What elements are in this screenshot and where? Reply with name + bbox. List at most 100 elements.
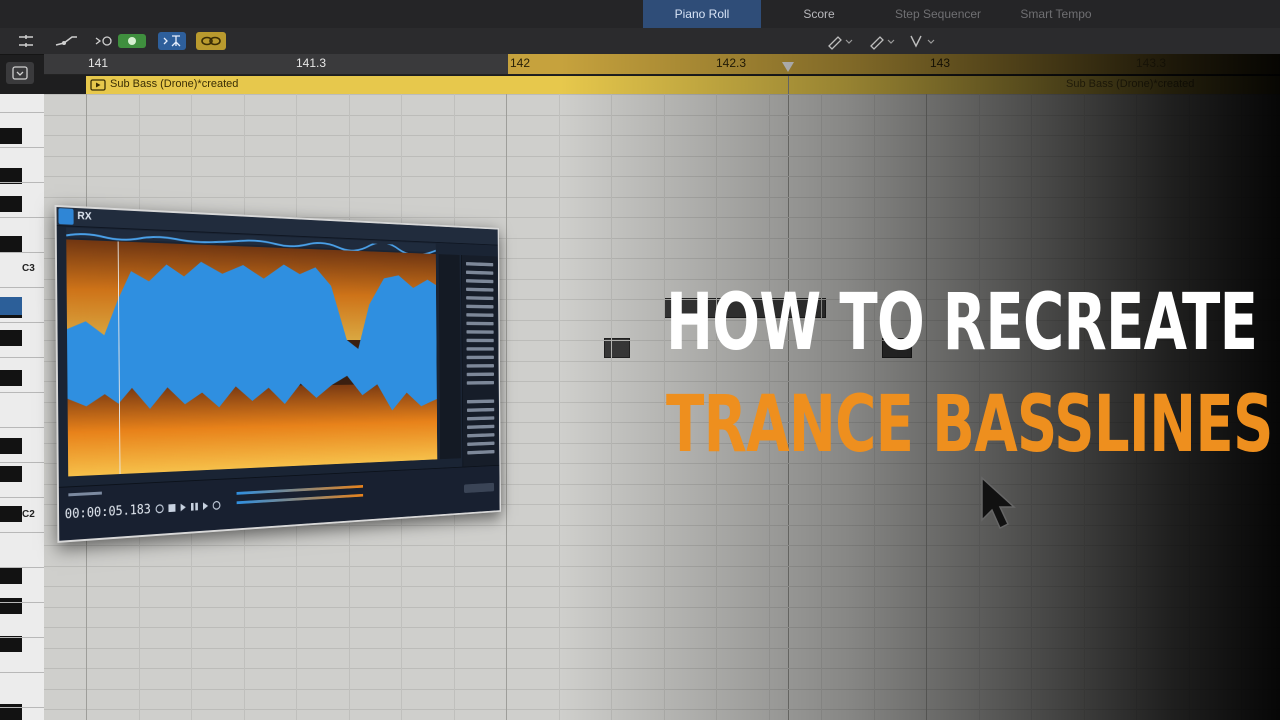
grid-row-line [44, 607, 1280, 608]
tab-step-sequencer[interactable]: Step Sequencer [878, 0, 998, 28]
midi-note[interactable] [604, 338, 630, 358]
grid-row-line [44, 197, 1280, 198]
black-key[interactable] [0, 128, 22, 144]
black-key[interactable] [0, 568, 22, 584]
playhead-marker[interactable] [782, 62, 794, 72]
module-item[interactable] [465, 262, 494, 267]
automation-curve-icon[interactable] [52, 32, 80, 50]
tab-score[interactable]: Score [770, 0, 868, 28]
piano-keyboard[interactable] [0, 94, 45, 720]
black-key[interactable] [0, 636, 22, 652]
selected-key[interactable] [0, 297, 22, 315]
white-key-divider [0, 287, 44, 288]
module-item[interactable] [466, 287, 494, 292]
module-item[interactable] [466, 380, 495, 385]
region-name-repeat: Sub Bass (Drone)*created [1066, 78, 1195, 90]
collapse-icon [12, 66, 28, 80]
module-item[interactable] [466, 330, 494, 334]
pencil-tool-icon[interactable] [824, 32, 856, 50]
grid-row-line [44, 115, 1280, 116]
module-item[interactable] [466, 372, 494, 377]
rx-app-name: RX [77, 210, 92, 223]
grid-row-line [44, 156, 1280, 157]
white-key-divider [0, 602, 44, 603]
black-key[interactable] [0, 236, 22, 252]
module-item[interactable] [466, 279, 494, 284]
link-icon[interactable] [196, 32, 226, 50]
module-item[interactable] [466, 355, 494, 360]
catch-playhead-icon[interactable] [158, 32, 186, 50]
module-item[interactable] [466, 321, 494, 326]
module-item[interactable] [467, 449, 495, 455]
white-key-divider [0, 637, 44, 638]
module-item[interactable] [466, 364, 494, 368]
module-item[interactable] [466, 347, 494, 351]
region-view-toggle[interactable] [6, 62, 34, 84]
white-key-divider [0, 322, 44, 323]
region-play-icon[interactable] [90, 79, 106, 91]
grid-row-line [44, 545, 1280, 546]
quantize-icon[interactable] [14, 32, 38, 50]
bar-ruler[interactable]: 141 141.3 142 142.3 143 143.3 [44, 54, 1280, 75]
grid-beat-line [506, 94, 507, 720]
white-key-divider [0, 672, 44, 673]
black-key[interactable] [0, 438, 22, 454]
white-key-divider [0, 532, 44, 533]
grid-row-line [44, 627, 1280, 628]
rx-search-field[interactable] [464, 482, 495, 494]
module-item[interactable] [465, 270, 494, 275]
rx-logo-icon [58, 208, 74, 225]
velocity-tool-icon[interactable] [906, 32, 938, 50]
rx-level-meter [236, 484, 364, 495]
white-key-divider [0, 497, 44, 498]
grid-row-line [44, 94, 1280, 95]
editor-tab-bar: Piano Roll Score Step Sequencer Smart Te… [0, 0, 1280, 29]
black-key[interactable] [0, 370, 22, 386]
white-key-divider [0, 252, 44, 253]
rx-audio-editor-window: RX 00:00:05.183 [54, 204, 501, 543]
black-key[interactable] [0, 330, 22, 346]
module-item[interactable] [466, 304, 494, 309]
white-key-divider [0, 217, 44, 218]
grid-row-line [44, 709, 1280, 710]
module-item[interactable] [466, 313, 494, 317]
rx-zoom-slider[interactable] [68, 491, 102, 497]
midi-region-header[interactable]: Sub Bass (Drone)*created Sub Bass (Drone… [86, 76, 1280, 95]
brush-tool-icon[interactable] [866, 32, 898, 50]
tab-piano-roll[interactable]: Piano Roll [643, 0, 761, 28]
white-key-divider [0, 357, 44, 358]
module-item[interactable] [466, 399, 495, 404]
midi-in-icon[interactable] [92, 32, 148, 50]
module-item[interactable] [467, 416, 495, 421]
rx-time-display: 00:00:05.183 [64, 502, 151, 523]
module-item[interactable] [466, 296, 494, 301]
rx-module-list[interactable] [461, 255, 499, 469]
module-item[interactable] [467, 424, 495, 429]
module-item[interactable] [467, 433, 495, 438]
grid-beat-line [664, 94, 665, 720]
bar-label: 143 [930, 56, 951, 70]
white-key-divider [0, 427, 44, 428]
rx-spectrogram[interactable] [66, 239, 438, 477]
rx-transport-icons[interactable] [154, 498, 223, 515]
grid-row-line [44, 586, 1280, 587]
module-item[interactable] [467, 441, 495, 447]
black-key[interactable] [0, 506, 22, 522]
tab-smart-tempo[interactable]: Smart Tempo [1006, 0, 1106, 28]
bar-label: 141.3 [296, 56, 327, 70]
grid-row-line [44, 689, 1280, 690]
grid-beat-line [559, 94, 560, 720]
key-label-c3: C3 [22, 263, 35, 274]
black-key[interactable] [0, 466, 22, 482]
black-key[interactable] [0, 598, 22, 614]
white-key-divider [0, 707, 44, 708]
black-key[interactable] [0, 196, 22, 212]
module-item[interactable] [466, 407, 495, 412]
grid-row-line [44, 176, 1280, 177]
white-key-divider [0, 462, 44, 463]
white-key-divider [0, 147, 44, 148]
white-key-divider [0, 567, 44, 568]
module-item[interactable] [466, 338, 494, 343]
white-key-divider [0, 112, 44, 113]
bar-label: 142 [510, 56, 531, 70]
